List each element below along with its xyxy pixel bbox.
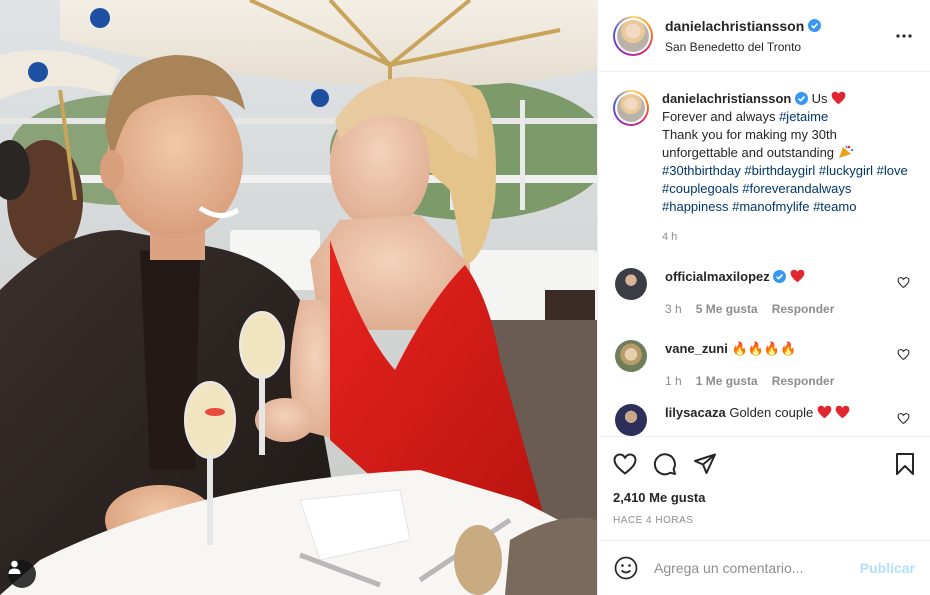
- caption-line1: Us: [811, 91, 828, 106]
- add-comment-bar: Publicar: [598, 540, 930, 595]
- avatar-image: [617, 94, 645, 122]
- comment-time[interactable]: 1 h: [665, 372, 682, 390]
- red-heart-emoji-icon: [836, 405, 850, 419]
- verified-badge-icon: [773, 270, 787, 283]
- photo-illustration: [0, 0, 597, 595]
- hashtag-link[interactable]: #manofmylife: [732, 199, 809, 214]
- user-tag-button[interactable]: [8, 560, 36, 588]
- more-dots-icon: [896, 33, 912, 38]
- heart-icon[interactable]: [613, 452, 637, 475]
- hashtag-link[interactable]: #teamo: [813, 199, 856, 214]
- commenter-username[interactable]: lilysacaza: [665, 405, 726, 420]
- reply-button[interactable]: Responder: [772, 300, 835, 318]
- author-username[interactable]: danielachristiansson: [665, 18, 804, 34]
- caption-line3: Thank you for making my 30th unforgettab…: [662, 127, 837, 160]
- user-tag-icon: [8, 560, 21, 574]
- reply-button[interactable]: Responder: [772, 372, 835, 390]
- comment-likes[interactable]: 1 Me gusta: [696, 372, 758, 390]
- more-options-button[interactable]: [892, 24, 916, 48]
- comment-input[interactable]: [654, 560, 860, 576]
- hashtag-link[interactable]: #love: [877, 163, 908, 178]
- hashtag-link[interactable]: #30thbirthday: [662, 163, 741, 178]
- likes-count[interactable]: 2,410 Me gusta: [598, 490, 930, 510]
- avatar-image: [617, 19, 649, 52]
- comment-likes[interactable]: 5 Me gusta: [696, 300, 758, 318]
- share-icon[interactable]: [693, 453, 717, 475]
- red-heart-emoji-icon: [831, 91, 846, 105]
- verified-badge-icon: [794, 92, 808, 105]
- commenter-username[interactable]: vane_zuni: [665, 341, 728, 356]
- comment-icon[interactable]: [653, 452, 677, 476]
- emoji-icon[interactable]: [614, 556, 638, 580]
- comment-text: Golden couple: [729, 405, 814, 420]
- comment-item: lilysacaza Golden couple: [613, 404, 914, 436]
- caption-time[interactable]: 4 h: [662, 228, 912, 246]
- post-caption: danielachristiansson Us Forever and alwa…: [613, 90, 914, 246]
- publish-button[interactable]: Publicar: [860, 560, 915, 576]
- comment-time[interactable]: 3 h: [665, 300, 682, 318]
- post-location[interactable]: San Benedetto del Tronto: [665, 40, 892, 54]
- hashtag-link[interactable]: #jetaime: [779, 109, 828, 124]
- commenter-avatar[interactable]: [615, 340, 647, 372]
- hashtag-link[interactable]: #foreverandalways: [742, 181, 851, 196]
- post-timestamp[interactable]: HACE 4 HORAS: [598, 510, 930, 540]
- red-heart-emoji-icon: [790, 269, 805, 283]
- like-comment-heart-icon[interactable]: [897, 348, 910, 361]
- like-comment-heart-icon[interactable]: [897, 412, 910, 425]
- hashtag-link[interactable]: #happiness: [662, 199, 729, 214]
- comment-item: vane_zuni 🔥🔥🔥🔥 1 h 1 Me gusta Responder: [613, 340, 914, 390]
- commenter-avatar[interactable]: [615, 268, 647, 300]
- party-popper-emoji-icon: [838, 145, 853, 158]
- caption-username[interactable]: danielachristiansson: [662, 91, 791, 106]
- comment-text: 🔥🔥🔥🔥: [731, 341, 797, 356]
- comments-list[interactable]: danielachristiansson Us Forever and alwa…: [598, 72, 930, 436]
- red-heart-emoji-icon: [817, 405, 832, 419]
- author-avatar[interactable]: [613, 15, 653, 56]
- hashtag-link[interactable]: #luckygirl: [819, 163, 873, 178]
- caption-hashtags: #30thbirthday #birthdaygirl #luckygirl #…: [662, 162, 912, 216]
- commenter-avatar[interactable]: [615, 404, 647, 436]
- caption-avatar[interactable]: [613, 90, 649, 126]
- hashtag-link[interactable]: #couplegoals: [662, 181, 739, 196]
- post-details-panel: danielachristiansson San Benedetto del T…: [597, 0, 930, 595]
- instagram-post-modal: danielachristiansson San Benedetto del T…: [0, 0, 930, 595]
- post-actions: [598, 436, 930, 490]
- like-comment-heart-icon[interactable]: [897, 276, 910, 289]
- comment-item: officialmaxilopez 3 h 5 Me gusta Respond…: [613, 268, 914, 318]
- save-icon[interactable]: [895, 452, 915, 476]
- caption-line2: Forever and always: [662, 109, 776, 124]
- post-photo[interactable]: [0, 0, 597, 595]
- hashtag-link[interactable]: #birthdaygirl: [744, 163, 815, 178]
- verified-badge-icon: [808, 19, 822, 32]
- post-header: danielachristiansson San Benedetto del T…: [598, 0, 930, 72]
- commenter-username[interactable]: officialmaxilopez: [665, 269, 770, 284]
